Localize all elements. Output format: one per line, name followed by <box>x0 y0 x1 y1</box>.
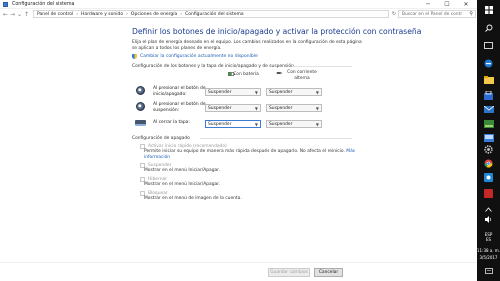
volume-icon[interactable] <box>482 214 495 225</box>
edge-browser-icon[interactable] <box>482 58 495 69</box>
chrome-browser-icon[interactable] <box>482 158 495 169</box>
chevron-down-icon: ▼ <box>254 106 258 111</box>
save-changes-button[interactable]: Guardar cambios <box>268 268 310 277</box>
control-panel-window: Configuración del sistema ─ ☐ ✕ ← → ⌄ ↑ … <box>0 0 477 281</box>
footer-divider <box>0 262 477 263</box>
more-info-link-2[interactable]: información <box>144 155 170 160</box>
power-button-label-line2: inicio/apagado: <box>153 91 187 97</box>
close-button[interactable]: ✕ <box>459 0 473 9</box>
select-value: Suspender <box>208 89 232 95</box>
sleep-button-label: Al presionar el botón de suspensión: <box>153 102 206 113</box>
store-icon[interactable] <box>482 90 495 101</box>
refresh-icon[interactable]: ↻ <box>390 10 398 18</box>
title-bar: Configuración del sistema ─ ☐ ✕ <box>0 0 477 9</box>
taskbar: ESP ES 11:38 a. m. 3/5/2017 <box>477 0 500 281</box>
ac-column-header-line1: Con corriente <box>287 70 317 75</box>
up-arrow-icon[interactable]: ↑ <box>23 10 30 19</box>
chevron-down-icon: ▼ <box>254 122 258 127</box>
cancel-button[interactable]: Cancelar <box>314 268 343 277</box>
fast-startup-desc-text: Permite iniciar su equipo de manera más … <box>144 149 345 154</box>
search-icon[interactable]: ⚲ <box>469 11 473 17</box>
power-button-ac-select[interactable]: Suspender ▼ <box>266 88 322 96</box>
action-center-icon[interactable] <box>482 266 495 277</box>
laptop-lid-icon <box>135 120 146 126</box>
language-indicator-sub[interactable]: ES <box>477 237 500 242</box>
power-button-battery-select[interactable]: Suspender ▼ <box>205 88 261 96</box>
uac-shield-icon <box>132 54 137 59</box>
section-divider <box>292 66 352 67</box>
shutdown-section-heading: Configuración de apagado <box>132 136 190 141</box>
intro-text: Elija el plan de energía deseado en el e… <box>132 40 362 51</box>
hibernate-description: Mostrar en el menú Iniciar/Apagar. <box>144 182 220 187</box>
breadcrumb-separator[interactable]: › <box>180 12 182 17</box>
sleep-button-battery-select[interactable]: Suspender ▼ <box>205 104 261 112</box>
fast-startup-description: Permite iniciar su equipo de manera más … <box>144 149 355 161</box>
breadcrumb-item-system-settings[interactable]: Configuración del sistema <box>185 12 244 17</box>
clock-time[interactable]: 11:38 a. m. <box>477 248 500 253</box>
battery-column-header: Con batería <box>233 72 259 77</box>
search-input[interactable]: Buscar en el Panel de contr ⚲ <box>398 10 476 18</box>
maximize-button[interactable]: ☐ <box>440 0 454 9</box>
recent-locations-icon[interactable]: ⌄ <box>16 10 23 19</box>
address-bar: ← → ⌄ ↑ Panel de control › Hardware y so… <box>0 9 477 20</box>
app-icon-blue[interactable] <box>482 172 495 183</box>
power-button-icon <box>136 86 145 95</box>
buttons-section-heading: Configuración de los botones y la tapa d… <box>132 64 294 69</box>
sleep-description: Mostrar en el menú Iniciar/Apagar. <box>144 168 220 173</box>
select-value: Suspender <box>269 105 293 111</box>
app-icon-red[interactable] <box>482 188 495 199</box>
lid-close-battery-select[interactable]: Suspender ▼ <box>205 120 261 128</box>
search-icon[interactable] <box>482 22 495 33</box>
back-arrow-icon[interactable]: ← <box>2 10 9 19</box>
breadcrumb: Panel de control › Hardware y sonido › O… <box>33 10 389 18</box>
more-info-link[interactable]: Más <box>346 149 355 154</box>
select-value: Suspender <box>269 121 293 127</box>
clock-date[interactable]: 3/5/2017 <box>477 255 500 260</box>
forward-arrow-icon[interactable]: → <box>9 10 16 19</box>
page-title: Definir los botones de inicio/apagado y … <box>132 27 422 36</box>
chevron-down-icon: ▼ <box>315 90 319 95</box>
lock-description: Mostrar en el menú de imagen de la cuent… <box>144 196 242 201</box>
chevron-down-icon: ▼ <box>315 122 319 127</box>
mail-icon[interactable] <box>482 104 495 115</box>
select-value: Suspender <box>269 89 293 95</box>
ac-column-header-line2: alterna <box>294 75 310 81</box>
power-button-label: Al presionar el botón de inicio/apagado: <box>153 86 206 97</box>
sleep-button-icon <box>136 102 145 111</box>
control-panel-icon <box>3 1 8 7</box>
lid-close-ac-select[interactable]: Suspender ▼ <box>266 120 322 128</box>
app-icon-green[interactable] <box>482 118 495 129</box>
task-view-icon[interactable] <box>482 40 495 51</box>
change-settings-link[interactable]: Cambiar la configuración actualmente no … <box>132 54 258 59</box>
window-title: Configuración del sistema <box>12 1 75 7</box>
minimize-button[interactable]: ─ <box>421 0 435 9</box>
breadcrumb-item-power-options[interactable]: Opciones de energía <box>131 12 177 17</box>
file-explorer-icon[interactable] <box>482 74 495 85</box>
select-value: Suspender <box>208 105 232 111</box>
section-divider <box>200 138 352 139</box>
ac-column-header: Con corriente alterna <box>282 70 322 81</box>
lid-close-label: Al cerrar la tapa: <box>153 120 190 125</box>
sleep-button-ac-select[interactable]: Suspender ▼ <box>266 104 322 112</box>
chevron-down-icon: ▼ <box>315 106 319 111</box>
power-button-label-line1: Al presionar el botón de <box>153 86 206 91</box>
breadcrumb-item-hardware-sound[interactable]: Hardware y sonido <box>81 12 123 17</box>
change-settings-label[interactable]: Cambiar la configuración actualmente no … <box>140 54 258 59</box>
sleep-button-label-line2: suspensión: <box>153 107 180 113</box>
select-value: Suspender <box>208 121 232 127</box>
start-windows-icon[interactable] <box>482 4 495 15</box>
control-panel-taskbar-icon[interactable] <box>482 132 495 143</box>
chevron-down-icon: ▼ <box>254 90 258 95</box>
breadcrumb-separator[interactable]: › <box>76 12 78 17</box>
sleep-button-label-line1: Al presionar el botón de <box>153 102 206 107</box>
breadcrumb-item-control-panel[interactable]: Panel de control <box>37 12 73 17</box>
settings-gear-icon[interactable] <box>482 144 495 155</box>
breadcrumb-separator[interactable]: › <box>126 12 128 17</box>
search-placeholder: Buscar en el Panel de contr <box>402 11 463 17</box>
